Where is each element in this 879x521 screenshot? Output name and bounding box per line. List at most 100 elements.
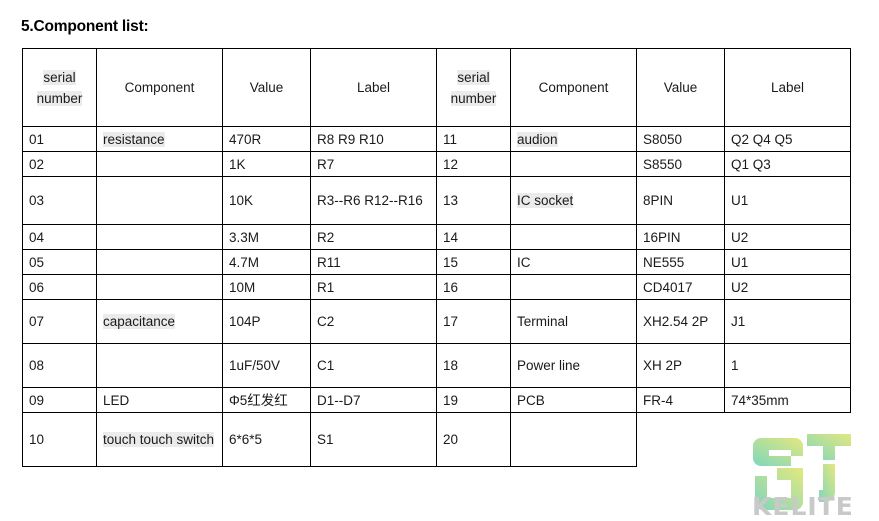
- cell-serial-right-text: 18: [443, 358, 459, 373]
- cell-label-right: U2: [724, 224, 851, 250]
- watermark-brand-text: KELITE: [752, 492, 854, 521]
- cell-label-left-text: R2: [317, 229, 335, 245]
- cell-label-right-text: 74*35mm: [731, 392, 789, 408]
- cell-component-right-text: IC socket: [517, 193, 574, 208]
- cell-component-right: [510, 412, 637, 467]
- cell-value-left-text: 6*6*5: [229, 432, 263, 447]
- cell-label-left: C1: [310, 343, 437, 388]
- cell-component-right: [510, 151, 637, 177]
- cell-value-left-text: 104P: [229, 314, 261, 329]
- cell-serial-right-text: 13: [443, 193, 459, 208]
- cell-component-left: [96, 274, 223, 300]
- cell-serial-right-text: 15: [443, 254, 459, 270]
- cell-label-left-text: C2: [317, 314, 335, 329]
- cell-label-right-text: U1: [731, 193, 749, 208]
- cell-serial-right: 13: [436, 176, 511, 225]
- cell-component-right: [510, 224, 637, 250]
- cell-label-right: [725, 413, 851, 467]
- cell-label-left: R3--R6 R12--R16: [310, 176, 437, 225]
- cell-label-right: Q1 Q3: [724, 151, 851, 177]
- cell-component-left-text: resistance: [103, 131, 165, 147]
- cell-component-right: Power line: [510, 343, 637, 388]
- cell-label-right: U2: [724, 274, 851, 300]
- cell-label-left-text: R7: [317, 156, 335, 172]
- table-row: 01 resistance 470R R8 R9 R10 11 audion S8050 Q2…: [22, 126, 851, 152]
- cell-serial-left: 05: [22, 249, 97, 275]
- cell-label-right-text: U1: [731, 254, 749, 270]
- cell-value-right: NE555: [636, 249, 725, 275]
- cell-serial-right: 20: [436, 412, 511, 467]
- cell-serial-right: 16: [436, 274, 511, 300]
- header-label-2: Label: [724, 48, 851, 127]
- cell-label-right-text: Q2 Q4 Q5: [731, 131, 793, 147]
- cell-component-left: capacitance: [96, 299, 223, 344]
- cell-value-left: Φ5红发红: [222, 387, 311, 413]
- table-row: 10 touch touch switch 6*6*5 S1 20: [22, 412, 851, 467]
- cell-serial-right: 18: [436, 343, 511, 388]
- cell-label-right: U1: [724, 249, 851, 275]
- cell-label-left: R8 R9 R10: [310, 126, 437, 152]
- cell-serial-left: 08: [22, 343, 97, 388]
- cell-value-left-text: Φ5红发红: [229, 392, 288, 408]
- cell-serial-left-text: 10: [29, 432, 45, 447]
- cell-label-left: S1: [310, 412, 437, 467]
- cell-label-right-text: U2: [731, 229, 749, 245]
- cell-label-right: 1: [724, 343, 851, 388]
- cell-component-left: [96, 224, 223, 250]
- cell-label-left: D1--D7: [310, 387, 437, 413]
- cell-value-right-text: S8550: [643, 156, 683, 172]
- cell-value-right-text: NE555: [643, 254, 685, 270]
- cell-serial-left: 06: [22, 274, 97, 300]
- cell-value-left: 10M: [222, 274, 311, 300]
- table-row: 04 3.3M R2 14 16PIN U2: [22, 224, 851, 250]
- cell-component-left: [96, 249, 223, 275]
- cell-component-left: touch touch switch: [96, 412, 223, 467]
- cell-value-right: [637, 413, 725, 467]
- cell-label-left: R1: [310, 274, 437, 300]
- cell-component-right-text: audion: [517, 131, 558, 147]
- cell-component-left-text: LED: [103, 392, 130, 408]
- table-row: 05 4.7M R11 15 IC NE555 U1: [22, 249, 851, 275]
- page-title: 5.Component list:: [21, 18, 149, 35]
- cell-component-left: [96, 151, 223, 177]
- cell-value-left-text: 1uF/50V: [229, 358, 281, 373]
- cell-value-left-text: 3.3M: [229, 229, 260, 245]
- cell-value-right: S8050: [636, 126, 725, 152]
- cell-value-left-text: 470R: [229, 131, 262, 147]
- cell-value-right-text: FR-4: [643, 392, 673, 408]
- cell-serial-left-text: 04: [29, 229, 45, 245]
- cell-serial-right-text: 12: [443, 156, 459, 172]
- header-serial-number-2: serial number: [436, 48, 511, 127]
- cell-component-right: [510, 274, 637, 300]
- cell-value-left: 104P: [222, 299, 311, 344]
- cell-value-right: XH 2P: [636, 343, 725, 388]
- cell-value-right: 8PIN: [636, 176, 725, 225]
- cell-value-left-text: 1K: [229, 156, 246, 172]
- cell-component-right-text: Terminal: [517, 314, 569, 329]
- cell-serial-right-text: 11: [443, 131, 458, 147]
- cell-value-right-text: 8PIN: [643, 193, 674, 208]
- cell-serial-right: 17: [436, 299, 511, 344]
- cell-label-left: C2: [310, 299, 437, 344]
- cell-component-left: LED: [96, 387, 223, 413]
- cell-serial-left-text: 02: [29, 156, 45, 172]
- cell-label-left: R11: [310, 249, 437, 275]
- cell-label-left-text: R1: [317, 279, 335, 295]
- cell-label-left-text: R11: [317, 254, 341, 270]
- cell-value-right: CD4017: [636, 274, 725, 300]
- cell-value-left: 470R: [222, 126, 311, 152]
- cell-component-right: audion: [510, 126, 637, 152]
- cell-serial-left-text: 05: [29, 254, 45, 270]
- cell-serial-left-text: 03: [29, 193, 45, 208]
- cell-serial-right: 12: [436, 151, 511, 177]
- cell-serial-right-text: 20: [443, 432, 459, 447]
- header-component-2: Component: [510, 48, 637, 127]
- cell-label-left: R7: [310, 151, 437, 177]
- cell-component-right: IC: [510, 249, 637, 275]
- cell-label-left-text: R3--R6 R12--R16: [317, 193, 423, 208]
- cell-label-right: J1: [724, 299, 851, 344]
- cell-label-right: 74*35mm: [724, 387, 851, 413]
- cell-serial-left-text: 01: [29, 131, 45, 147]
- cell-value-left-text: 4.7M: [229, 254, 260, 270]
- cell-value-left: 6*6*5: [222, 412, 311, 467]
